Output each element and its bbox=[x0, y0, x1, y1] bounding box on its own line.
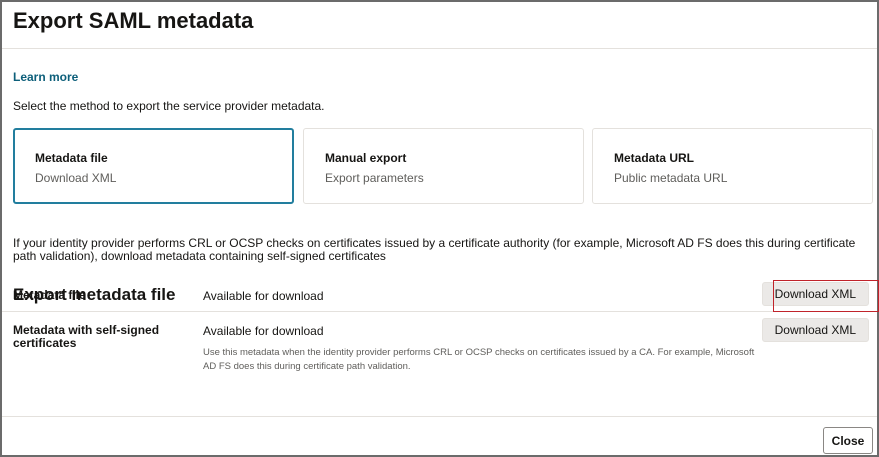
card-subtitle: Export parameters bbox=[325, 171, 424, 185]
intro-text: Select the method to export the service … bbox=[13, 99, 325, 113]
download-xml-button[interactable]: Download XML bbox=[761, 282, 869, 306]
row-description: Use this metadata when the identity prov… bbox=[203, 347, 755, 372]
card-metadata-file[interactable]: Metadata file Download XML bbox=[13, 128, 294, 204]
table-row: Metadata file Available for download Dow… bbox=[2, 277, 877, 312]
dialog-footer: Close bbox=[2, 416, 877, 457]
close-button[interactable]: Close bbox=[823, 427, 873, 454]
export-saml-metadata-dialog: Export SAML metadata Learn more Select t… bbox=[0, 0, 879, 457]
card-manual-export[interactable]: Manual export Export parameters bbox=[303, 128, 584, 204]
row-status: Available for download bbox=[203, 324, 324, 338]
card-title: Metadata URL bbox=[614, 151, 695, 165]
row-label: Metadata with self-signed certificates bbox=[13, 323, 160, 350]
row-status: Available for download bbox=[203, 289, 324, 303]
export-method-cards: Metadata file Download XML Manual export… bbox=[13, 128, 873, 204]
card-title: Metadata file bbox=[35, 151, 108, 165]
card-metadata-url[interactable]: Metadata URL Public metadata URL bbox=[592, 128, 873, 204]
learn-more-link[interactable]: Learn more bbox=[13, 70, 78, 84]
card-title: Manual export bbox=[325, 151, 407, 165]
table-row: Metadata with self-signed certificates A… bbox=[2, 313, 877, 373]
dialog-header: Export SAML metadata bbox=[2, 2, 877, 49]
download-self-signed-xml-button[interactable]: Download XML bbox=[761, 318, 869, 342]
card-subtitle: Download XML bbox=[35, 171, 117, 185]
dialog-title: Export SAML metadata bbox=[13, 8, 254, 33]
row-label: Metadata file bbox=[13, 288, 86, 302]
card-subtitle: Public metadata URL bbox=[614, 171, 728, 185]
crl-ocsp-note: If your identity provider performs CRL o… bbox=[13, 236, 856, 263]
